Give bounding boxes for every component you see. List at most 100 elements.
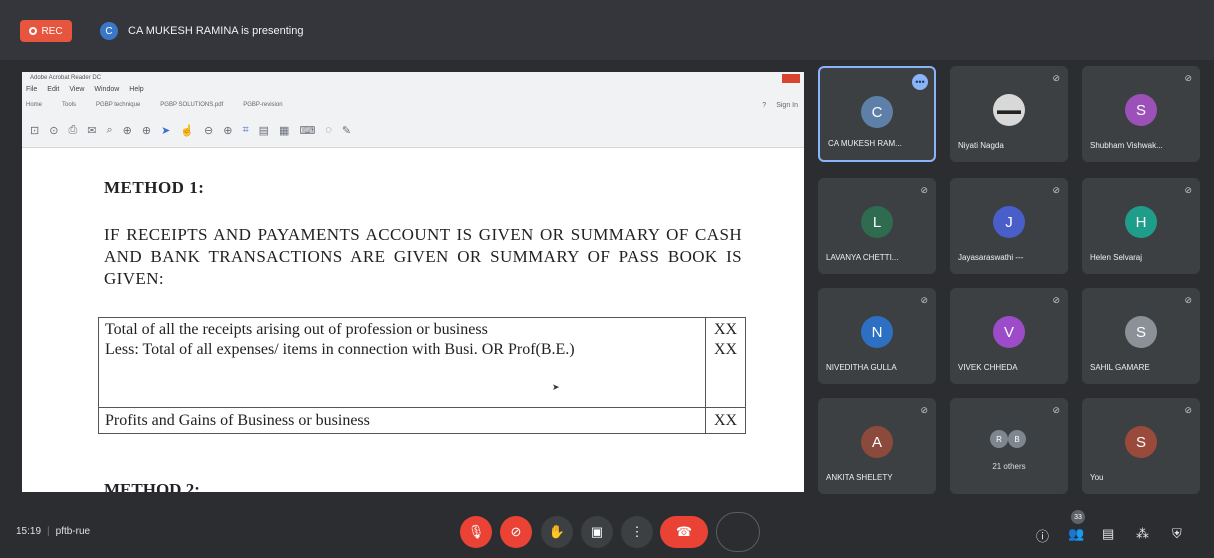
sign-in-link[interactable]: Sign In [776, 102, 798, 109]
amount-placeholder: XX [713, 341, 738, 358]
info-icon[interactable]: ⓘ [1036, 526, 1049, 545]
search-icon[interactable]: ⌕ [106, 124, 112, 137]
keyboard-icon[interactable]: ⌨ [299, 124, 315, 137]
menu-help[interactable]: Help [129, 86, 143, 93]
reaction-button[interactable] [716, 512, 760, 552]
participant-tile[interactable]: S You ⊘ [1082, 398, 1200, 494]
table-row: Profits and Gains of Business or busines… [98, 407, 746, 434]
clock-time: 15:19 [16, 526, 42, 537]
mic-muted-icon: ⊘ [920, 185, 928, 195]
meeting-code: pftb-rue [55, 526, 91, 537]
next-method-heading: METHOD 2: [104, 480, 200, 492]
nav-home[interactable]: Home [26, 102, 42, 108]
participant-avatar: S [1125, 426, 1157, 458]
pdf-tab-2[interactable]: PGBP SOLUTIONS.pdf [160, 102, 223, 108]
pointer-icon[interactable]: ➤ [161, 124, 170, 137]
participant-avatar: A [861, 426, 893, 458]
menu-window[interactable]: Window [94, 86, 119, 93]
mic-muted-icon: ⊘ [1052, 405, 1060, 415]
leave-call-button[interactable]: ☎ [660, 516, 708, 548]
sunglasses-icon: ▬▬ [997, 103, 1021, 117]
profile-photo: ▬▬ [993, 94, 1025, 126]
mic-off-icon: 🎙 [467, 524, 485, 539]
mic-muted-icon: ⊘ [920, 295, 928, 305]
mini-avatar: R [990, 430, 1008, 448]
participant-name: Jayasaraswathi --- [958, 253, 1024, 262]
mouse-pointer-icon: ➤ [552, 382, 560, 392]
mic-off-button[interactable]: 🎙 [460, 516, 492, 548]
print-icon[interactable]: ⎙ [68, 124, 77, 137]
pdf-tab-3[interactable]: PGBP-revision [243, 102, 282, 108]
profits-line: Profits and Gains of Business or busines… [98, 407, 706, 434]
amount-placeholder: XX [713, 321, 738, 338]
participant-count-badge: 33 [1071, 510, 1085, 524]
menu-view[interactable]: View [69, 86, 84, 93]
participant-tile-others[interactable]: R B 21 others ⊘ [950, 398, 1068, 494]
participant-avatar: H [1125, 206, 1157, 238]
pdf-document: METHOD 1: IF RECEIPTS AND PAYAMENTS ACCO… [22, 148, 804, 492]
prev-page-icon[interactable]: ⊕ [123, 124, 132, 137]
top-bar: REC C CA MUKESH RAMINA is presenting [0, 0, 1214, 60]
shared-screen: Adobe Acrobat Reader DC File Edit View W… [22, 72, 804, 492]
hand-icon: ✋ [548, 524, 566, 539]
save-icon[interactable]: ⊡ [30, 124, 39, 137]
pdf-right-controls: ? Sign In [762, 102, 798, 109]
zoom-in-icon[interactable]: ⊕ [223, 124, 232, 137]
menu-edit[interactable]: Edit [47, 86, 59, 93]
mic-muted-icon: ⊘ [1184, 405, 1192, 415]
menu-file[interactable]: File [26, 86, 37, 93]
presenting-banner: C CA MUKESH RAMINA is presenting [100, 22, 303, 40]
participant-tile[interactable]: ▬▬ Niyati Nagda ⊘ [950, 66, 1068, 162]
participant-name: SAHIL GAMARE [1090, 363, 1150, 372]
expenses-line: Less: Total of all expenses/ items in co… [105, 341, 575, 358]
computation-table: Total of all the receipts arising out of… [98, 317, 746, 434]
people-icon[interactable]: 👥 [1068, 526, 1084, 542]
host-controls-icon[interactable]: ⛨ [1172, 526, 1182, 542]
camera-off-button[interactable]: ⊘ [500, 516, 532, 548]
receipts-line: Total of all the receipts arising out of… [105, 321, 488, 338]
hand-icon[interactable]: ☝ [180, 124, 194, 137]
more-options-button[interactable]: ⋮ [621, 516, 653, 548]
more-options-icon[interactable]: ••• [912, 74, 928, 90]
chat-icon[interactable]: ▤ [1102, 526, 1114, 542]
participant-tile[interactable]: S SAHIL GAMARE ⊘ [1082, 288, 1200, 384]
pen-icon[interactable]: ✎ [342, 124, 351, 137]
others-count: 21 others [992, 462, 1026, 471]
participant-tile[interactable]: S Shubham Vishwak... ⊘ [1082, 66, 1200, 162]
meeting-info: 15:19 | pftb-rue [16, 526, 90, 537]
window-close-button[interactable] [782, 74, 800, 83]
comment-icon[interactable]: ◌ [325, 124, 332, 137]
participant-avatar: S [1125, 94, 1157, 126]
participant-tile[interactable]: J Jayasaraswathi --- ⊘ [950, 178, 1068, 274]
pdf-tab-1[interactable]: PGBP technique [96, 102, 140, 108]
pdf-tabs: Home Tools PGBP technique PGBP SOLUTIONS… [26, 102, 283, 108]
participant-avatar: V [993, 316, 1025, 348]
fit-icon[interactable]: ▦ [279, 124, 289, 137]
participant-tile[interactable]: H Helen Selvaraj ⊘ [1082, 178, 1200, 274]
help-icon[interactable]: ? [762, 102, 766, 109]
participant-tile[interactable]: V VIVEK CHHEDA ⊘ [950, 288, 1068, 384]
participant-tile[interactable]: N NIVEDITHA GULLA ⊘ [818, 288, 936, 384]
page-icon[interactable]: ▤ [259, 124, 269, 137]
participant-name: ANKITA SHELETY [826, 473, 893, 482]
participant-avatar: L [861, 206, 893, 238]
more-vert-icon: ⋮ [630, 524, 644, 539]
mail-icon[interactable]: ✉ [87, 124, 96, 137]
participant-avatar: N [861, 316, 893, 348]
activities-icon[interactable]: ⁂ [1136, 526, 1149, 542]
participant-tile[interactable]: L LAVANYA CHETTI... ⊘ [818, 178, 936, 274]
raise-hand-button[interactable]: ✋ [541, 516, 573, 548]
present-button[interactable]: ▣ [581, 516, 613, 548]
participant-tile[interactable]: A ANKITA SHELETY ⊘ [818, 398, 936, 494]
next-page-icon[interactable]: ⊕ [142, 124, 151, 137]
mic-muted-icon: ⊘ [1184, 73, 1192, 83]
upload-icon[interactable]: ⊙ [49, 124, 58, 137]
zoom-out-icon[interactable]: ⊖ [204, 124, 213, 137]
crop-icon[interactable]: ⌗ [242, 124, 248, 137]
bottom-bar: 15:19 | pftb-rue 🎙 ⊘ ✋ ▣ ⋮ ☎ ⓘ 👥 ▤ ⁂ ⛨ [0, 506, 1214, 558]
nav-tools[interactable]: Tools [62, 102, 76, 108]
table-cell-amount: XX XX [705, 317, 746, 408]
mic-muted-icon: ⊘ [920, 405, 928, 415]
presenter-avatar: C [100, 22, 118, 40]
participant-tile[interactable]: C CA MUKESH RAM... ••• [818, 66, 936, 162]
